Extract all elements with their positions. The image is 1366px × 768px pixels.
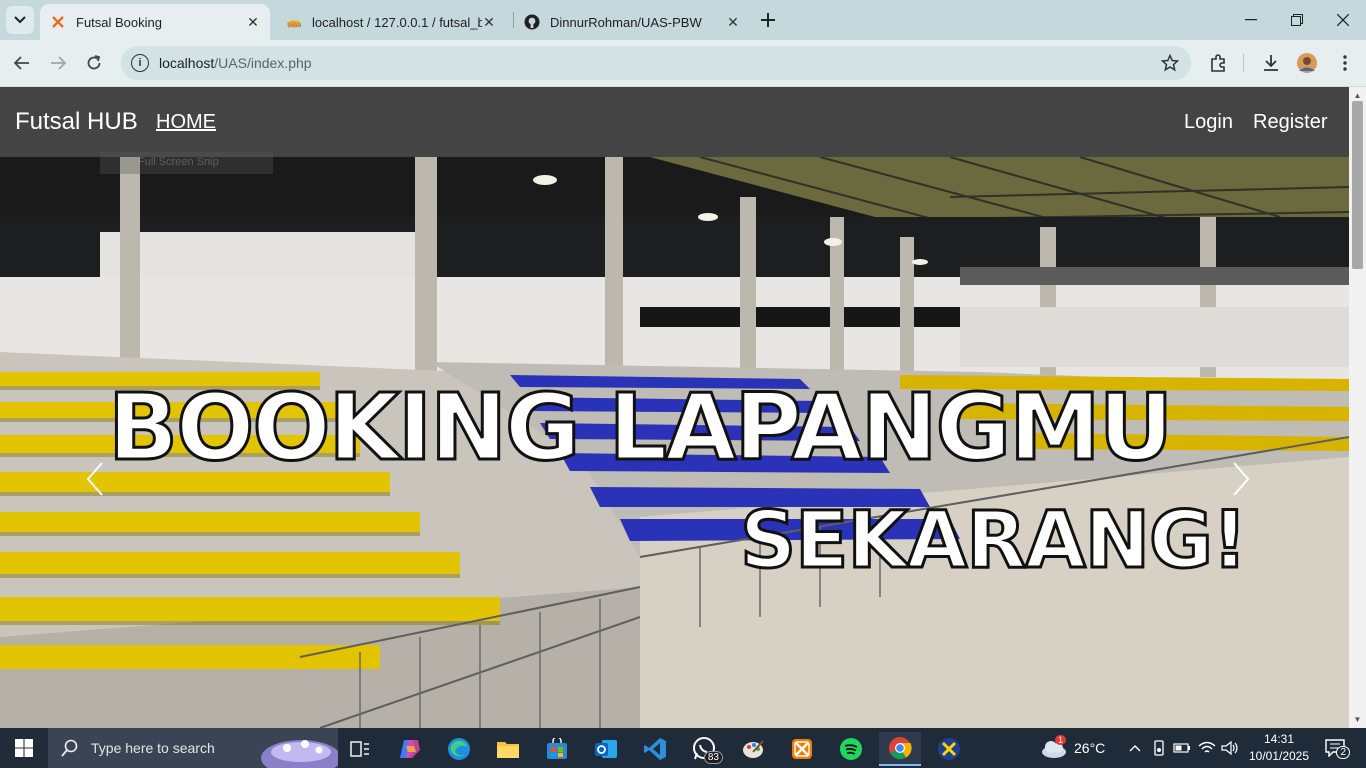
clock-date: 10/01/2025 <box>1248 749 1310 763</box>
hero-headline: BOOKING LAPANGMU <box>106 374 1174 481</box>
show-hidden-icons-chevron-up-icon[interactable] <box>1126 739 1144 757</box>
downloads-icon[interactable] <box>1258 50 1284 76</box>
arrow-right-icon <box>51 56 66 70</box>
tab-futsal-booking[interactable]: Futsal Booking ✕ <box>40 4 270 40</box>
vscode-icon[interactable] <box>634 732 676 766</box>
close-tab-icon[interactable]: ✕ <box>724 13 742 31</box>
tab-search-button[interactable] <box>6 6 34 34</box>
carousel-next-button[interactable] <box>1232 462 1262 512</box>
device-tray-icon[interactable] <box>1150 739 1168 757</box>
reload-button[interactable] <box>80 49 108 77</box>
clock-time: 14:31 <box>1263 732 1295 746</box>
page-viewport: Futsal HUB HOME Login Register BOOKING L… <box>0 87 1349 728</box>
notification-count: 2 <box>1336 746 1350 759</box>
scroll-down-arrow-icon[interactable]: ▼ <box>1353 715 1362 724</box>
site-navbar: Futsal HUB HOME Login Register <box>0 87 1349 157</box>
task-view-icon[interactable] <box>339 732 381 766</box>
system-clock[interactable]: 14:31 10/01/2025 <box>1244 731 1314 765</box>
xampp-icon <box>50 14 66 30</box>
url-text: localhost/UAS/index.php <box>159 55 312 71</box>
outlook-icon[interactable] <box>585 732 627 766</box>
copilot-icon[interactable] <box>389 732 431 766</box>
tab-title: localhost / 127.0.0.1 / futsal_bo <box>312 14 482 30</box>
close-window-button[interactable] <box>1320 0 1366 40</box>
search-highlight-icon <box>261 740 338 768</box>
site-brand[interactable]: Futsal HUB <box>15 108 138 136</box>
chevron-left-icon <box>86 462 103 496</box>
file-explorer-icon[interactable] <box>487 732 529 766</box>
extensions-icon[interactable] <box>1205 50 1231 76</box>
minimize-button[interactable] <box>1228 0 1274 40</box>
hero-carousel: BOOKING LAPANGMU SEKARANG! <box>0 157 1349 728</box>
browser-tab-strip: Futsal Booking ✕ pma localhost / 127.0.0… <box>0 0 1366 40</box>
weather-widget[interactable]: 1 26°C <box>1040 728 1105 768</box>
browser-menu-icon[interactable] <box>1332 50 1358 76</box>
plus-icon <box>761 13 775 27</box>
tab-title: Futsal Booking <box>76 14 162 30</box>
new-tab-button[interactable] <box>756 8 780 32</box>
nav-register-link[interactable]: Register <box>1253 111 1327 134</box>
carousel-prev-button[interactable] <box>86 462 116 512</box>
chevron-down-icon <box>14 16 26 24</box>
address-bar[interactable]: i localhost/UAS/index.php <box>121 46 1191 80</box>
tab-phpmyadmin[interactable]: pma localhost / 127.0.0.1 / futsal_bo ✕ <box>276 4 506 40</box>
search-icon <box>61 739 78 757</box>
microsoft-store-icon[interactable] <box>536 732 578 766</box>
reload-icon <box>87 55 101 70</box>
nav-home-link[interactable]: HOME <box>156 111 216 134</box>
svg-text:pma: pma <box>288 22 302 28</box>
minimize-icon <box>1245 19 1257 21</box>
github-icon <box>524 14 540 30</box>
restore-icon <box>1291 14 1303 26</box>
weather-alert-badge: 1 <box>1055 735 1067 745</box>
phpmyadmin-icon: pma <box>286 14 302 30</box>
nav-login-link[interactable]: Login <box>1184 111 1233 134</box>
battery-icon[interactable] <box>1173 739 1191 757</box>
scroll-up-arrow-icon[interactable]: ▲ <box>1353 91 1362 100</box>
close-icon <box>1337 14 1349 26</box>
notification-center-button[interactable]: 2 <box>1320 736 1350 760</box>
restore-button[interactable] <box>1274 0 1320 40</box>
paint-icon[interactable] <box>732 732 774 766</box>
weather-temp: 26°C <box>1074 740 1106 756</box>
back-button[interactable] <box>8 49 36 77</box>
windows-taskbar: Type here to search 83 1 26°C 14:31 10/0… <box>0 728 1366 768</box>
scroll-thumb[interactable] <box>1352 101 1363 269</box>
close-tab-icon[interactable]: ✕ <box>480 13 498 31</box>
volume-icon[interactable] <box>1221 739 1239 757</box>
arrow-left-icon <box>14 56 29 70</box>
close-tab-icon[interactable]: ✕ <box>244 13 262 31</box>
spotify-icon[interactable] <box>830 732 872 766</box>
bookmark-star-icon[interactable] <box>1160 53 1180 77</box>
toolbar-separator <box>1243 54 1244 72</box>
whatsapp-icon[interactable]: 83 <box>683 732 725 766</box>
site-info-icon[interactable]: i <box>131 54 149 72</box>
wifi-icon[interactable] <box>1198 739 1216 757</box>
taskbar-search[interactable]: Type here to search <box>48 728 338 768</box>
chrome-icon[interactable] <box>879 732 921 766</box>
chevron-right-icon <box>1233 462 1250 496</box>
start-button[interactable] <box>0 728 48 768</box>
tab-title: DinnurRohman/UAS-PBW <box>550 14 702 30</box>
page-scrollbar[interactable]: ▲ ▼ <box>1349 87 1366 728</box>
forward-button[interactable] <box>44 49 72 77</box>
xampp-control-icon[interactable] <box>928 732 970 766</box>
browser-toolbar: i localhost/UAS/index.php <box>0 40 1366 86</box>
whatsapp-badge: 83 <box>703 751 723 764</box>
xampp-icon[interactable] <box>781 732 823 766</box>
snip-tooltip-ghost: Full Screen Snip <box>100 152 273 174</box>
tab-github[interactable]: DinnurRohman/UAS-PBW ✕ <box>514 4 750 40</box>
windows-logo-icon <box>15 739 33 757</box>
edge-icon[interactable] <box>438 732 480 766</box>
hero-subheadline: SEKARANG! <box>739 496 1250 586</box>
profile-avatar[interactable] <box>1294 50 1320 76</box>
taskbar-search-placeholder: Type here to search <box>91 740 215 756</box>
